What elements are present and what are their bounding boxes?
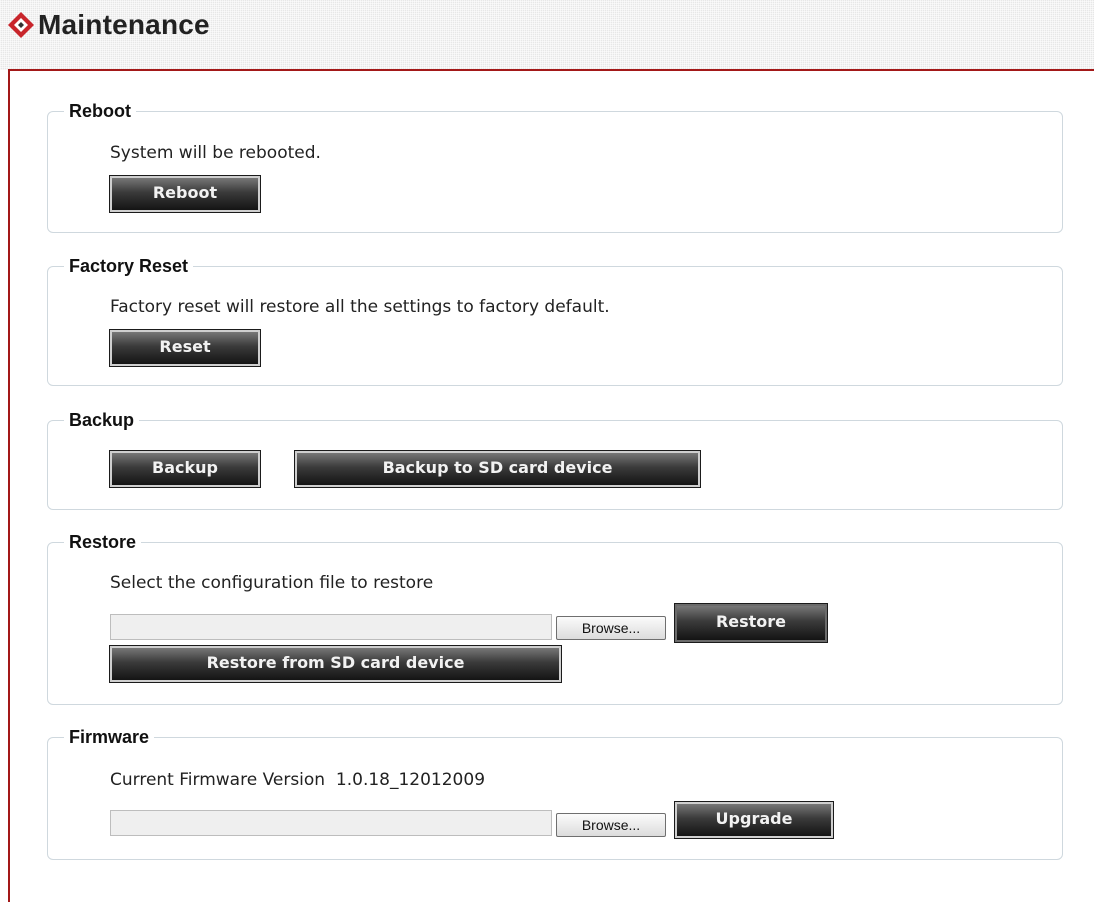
reboot-button[interactable]: Reboot: [109, 175, 261, 213]
restore-description: Select the configuration file to restore: [110, 573, 434, 593]
factory-reset-legend: Factory Reset: [69, 256, 189, 276]
factory-reset-section: Factory Reset: [47, 256, 1063, 386]
factory-reset-description: Factory reset will restore all the setti…: [110, 297, 610, 317]
brand-logo-icon: [8, 12, 34, 38]
restore-legend: Restore: [69, 532, 137, 552]
restore-sd-button[interactable]: Restore from SD card device: [109, 645, 562, 683]
firmware-browse-button[interactable]: Browse...: [556, 813, 666, 837]
firmware-section: Firmware: [47, 727, 1063, 860]
page-title: Maintenance: [38, 9, 210, 40]
backup-sd-button[interactable]: Backup to SD card device: [294, 450, 701, 488]
frame-left-border: [8, 69, 10, 902]
frame-top-border: [8, 69, 1094, 71]
page-header: Maintenance: [0, 0, 1094, 70]
firmware-version-row: Current Firmware Version 1.0.18_12012009: [110, 770, 485, 790]
reset-button[interactable]: Reset: [109, 329, 261, 367]
reboot-section: Reboot: [47, 101, 1063, 233]
reboot-legend: Reboot: [69, 101, 131, 121]
firmware-legend: Firmware: [69, 727, 150, 747]
firmware-version-label: Current Firmware Version: [110, 770, 326, 790]
backup-legend: Backup: [69, 410, 135, 430]
firmware-version-value: 1.0.18_12012009: [335, 770, 486, 790]
restore-file-input[interactable]: [110, 614, 552, 640]
upgrade-button[interactable]: Upgrade: [674, 801, 834, 839]
restore-button[interactable]: Restore: [674, 603, 828, 643]
reboot-description: System will be rebooted.: [110, 143, 321, 163]
restore-browse-button[interactable]: Browse...: [556, 616, 666, 640]
backup-button[interactable]: Backup: [109, 450, 261, 488]
firmware-file-input[interactable]: [110, 810, 552, 836]
